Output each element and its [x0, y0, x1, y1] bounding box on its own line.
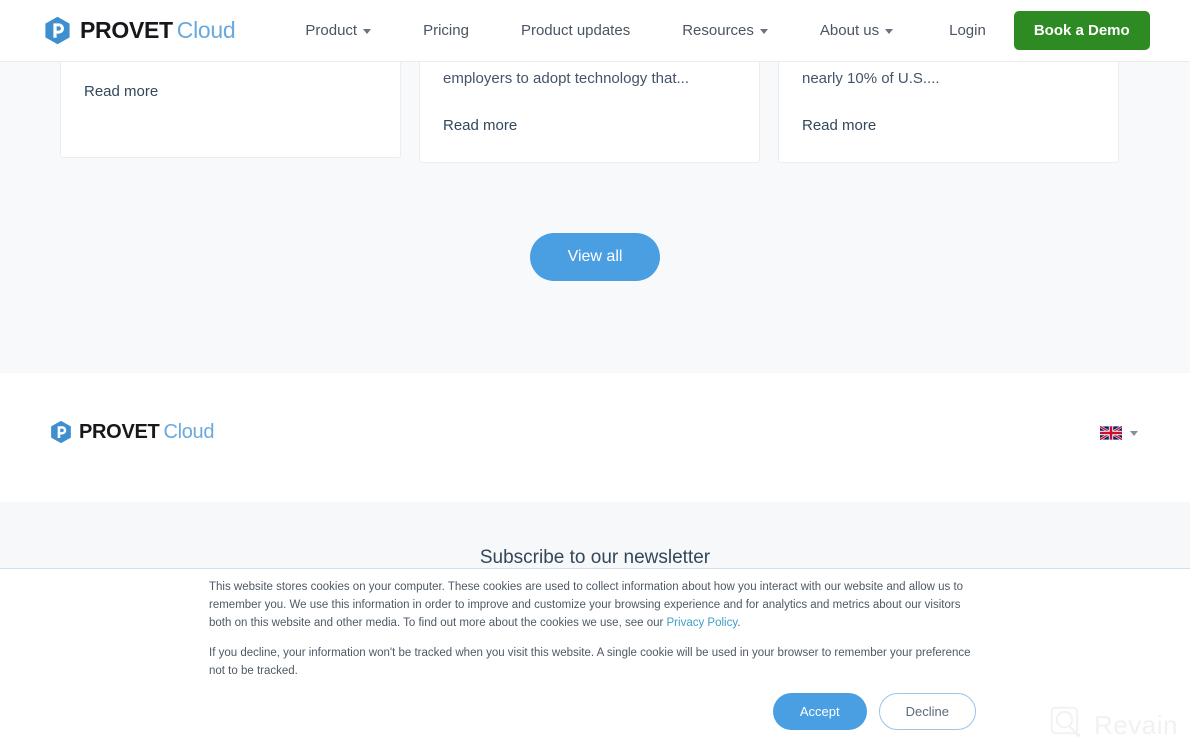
- read-more-link[interactable]: Read more: [802, 117, 876, 134]
- chevron-down-icon: [885, 29, 894, 34]
- cookie-banner-actions: Accept Decline: [772, 693, 976, 730]
- article-excerpt: employers to adopt technology that...: [443, 70, 689, 87]
- nav-item-pricing-label: Pricing: [423, 22, 469, 39]
- header-logo-text: PROVET Cloud: [80, 17, 236, 43]
- nav-item-about-us-label: About us: [819, 22, 880, 39]
- revain-watermark: Revain: [1050, 706, 1178, 745]
- chevron-down-icon: [759, 29, 768, 34]
- nav-item-pricing[interactable]: Pricing: [397, 22, 495, 39]
- accept-cookies-button[interactable]: Accept: [772, 693, 867, 730]
- nav-item-product-label: Product: [305, 22, 358, 39]
- login-link[interactable]: Login: [949, 22, 986, 39]
- footer-logo-text: PROVET Cloud: [79, 421, 215, 443]
- read-more-link[interactable]: Read more: [84, 83, 158, 100]
- privacy-policy-link[interactable]: Privacy Policy: [667, 617, 738, 629]
- page-root: PROVET Cloud Product Pricing Product upda…: [0, 0, 1190, 753]
- articles-section: Read more employers to adopt technology …: [0, 62, 1190, 373]
- view-all-container: View all: [0, 233, 1190, 281]
- cookie-paragraph-1-end: .: [737, 616, 741, 629]
- article-card[interactable]: nearly 10% of U.S.... Read more: [778, 62, 1119, 163]
- chevron-down-icon: [1130, 430, 1138, 436]
- revain-logo-icon: [1050, 706, 1084, 745]
- article-card-list: Read more employers to adopt technology …: [60, 62, 1120, 163]
- cookie-paragraph-1-text: This website stores cookies on your comp…: [209, 581, 964, 629]
- decline-cookies-button[interactable]: Decline: [878, 693, 976, 730]
- footer-logo[interactable]: PROVET Cloud: [50, 420, 215, 444]
- language-selector[interactable]: [1099, 425, 1138, 441]
- logo-word-provet: PROVET: [80, 17, 173, 43]
- logo-word-cloud: Cloud: [163, 421, 215, 443]
- site-header: PROVET Cloud Product Pricing Product upda…: [0, 0, 1190, 62]
- book-a-demo-button[interactable]: Book a Demo: [1013, 11, 1150, 50]
- nav-item-resources[interactable]: Resources: [656, 22, 794, 39]
- read-more-link[interactable]: Read more: [443, 117, 517, 134]
- nav-item-resources-label: Resources: [682, 22, 754, 39]
- logo-word-provet: PROVET: [79, 421, 160, 443]
- footer-top: PROVET Cloud: [0, 373, 1190, 502]
- header-logo[interactable]: PROVET Cloud: [44, 16, 236, 45]
- provet-hexagon-p-logo-icon: [50, 420, 72, 444]
- nav-item-about-us[interactable]: About us: [794, 22, 919, 39]
- nav-item-product-updates-label: Product updates: [520, 22, 631, 39]
- cookie-paragraph-2: If you decline, your information won't b…: [209, 647, 971, 678]
- revain-watermark-text: Revain: [1094, 710, 1178, 740]
- article-card[interactable]: Read more: [60, 62, 401, 158]
- uk-flag-icon: [1099, 425, 1123, 441]
- main-navigation: Product Pricing Product updates Resource…: [279, 22, 919, 39]
- cookie-paragraph-1: This website stores cookies on your comp…: [209, 579, 974, 632]
- view-all-button[interactable]: View all: [529, 233, 661, 281]
- article-excerpt: nearly 10% of U.S....: [802, 70, 940, 87]
- newsletter-title: Subscribe to our newsletter: [479, 547, 711, 568]
- nav-item-product[interactable]: Product: [279, 22, 397, 39]
- cookie-banner-text: This website stores cookies on your comp…: [209, 579, 974, 694]
- cookie-consent-banner: This website stores cookies on your comp…: [0, 568, 1190, 753]
- provet-hexagon-p-logo-icon: [44, 16, 71, 45]
- chevron-down-icon: [363, 29, 372, 34]
- nav-item-product-updates[interactable]: Product updates: [495, 22, 656, 39]
- logo-word-cloud: Cloud: [176, 17, 236, 43]
- article-card[interactable]: employers to adopt technology that... Re…: [419, 62, 760, 163]
